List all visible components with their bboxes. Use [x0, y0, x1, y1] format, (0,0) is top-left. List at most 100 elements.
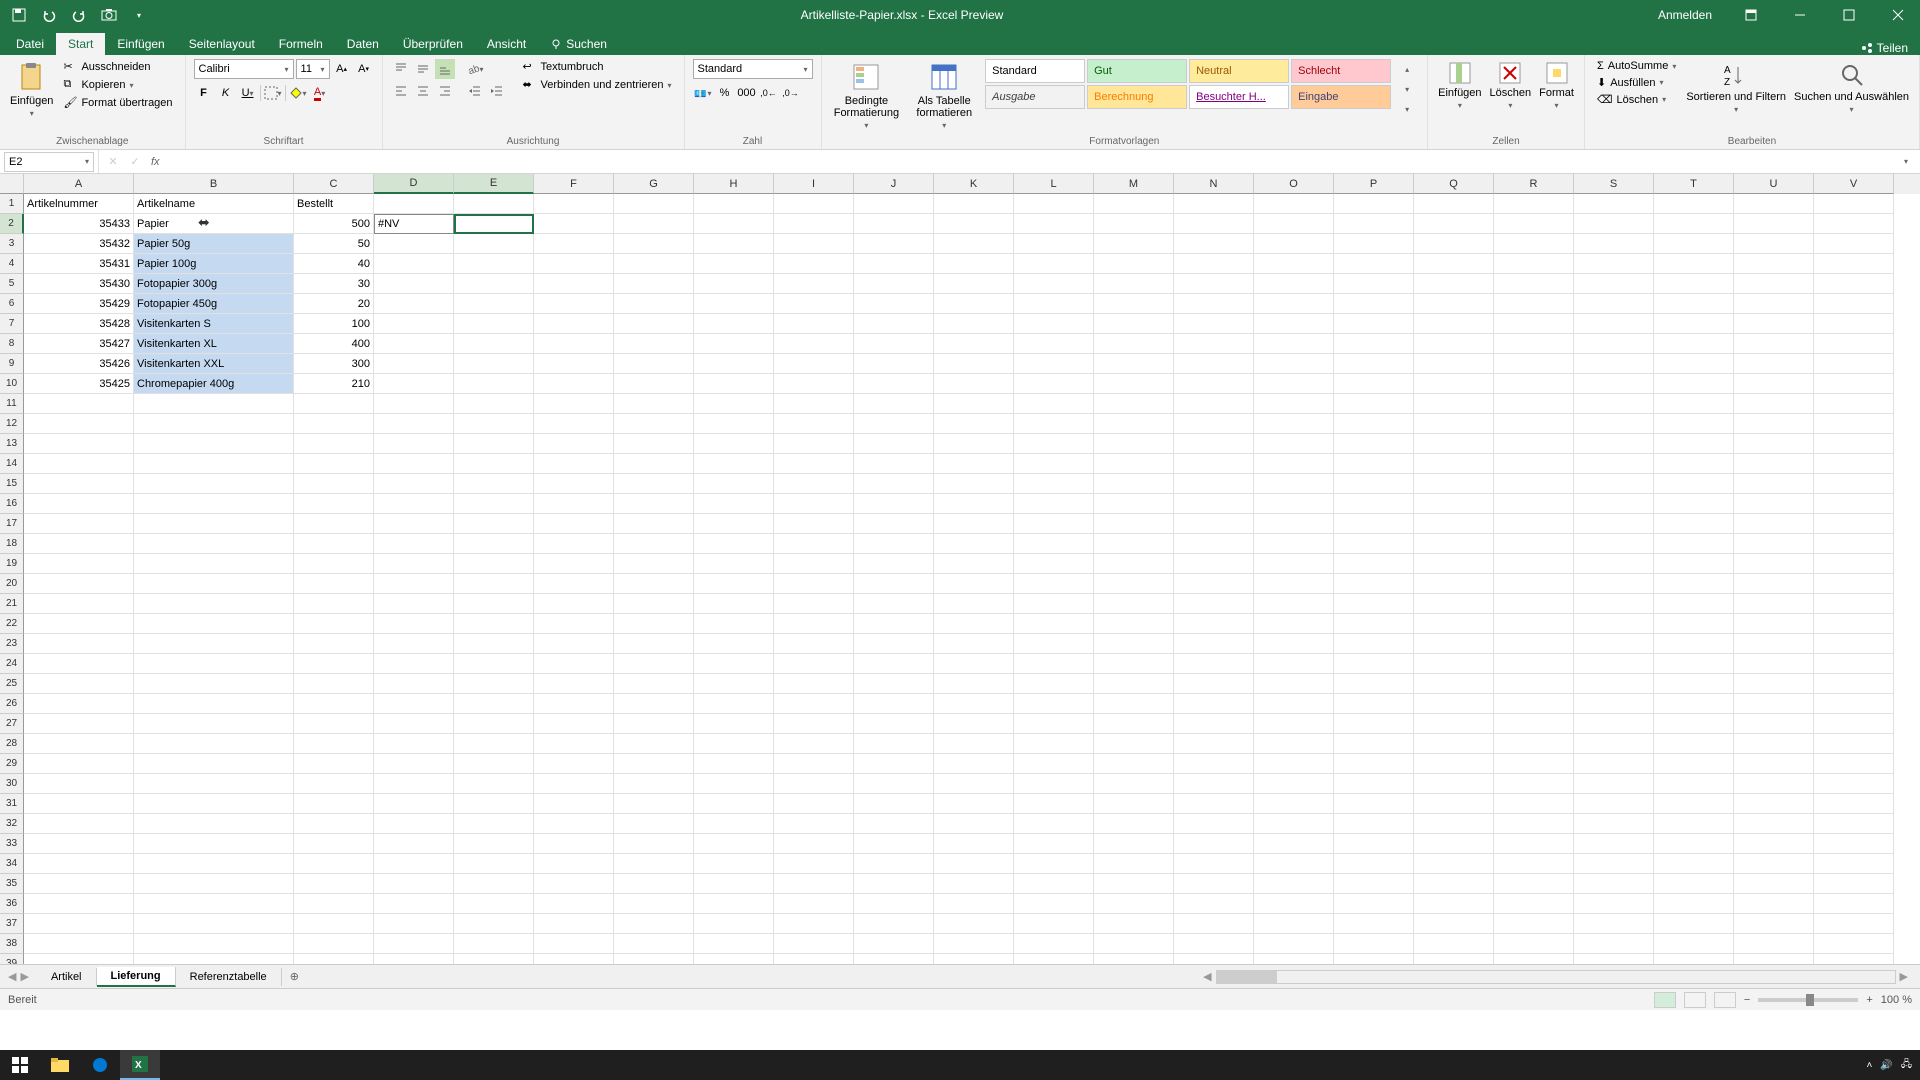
cell-K34[interactable]	[934, 854, 1014, 874]
row-header-8[interactable]: 8	[0, 334, 24, 354]
cell-F2[interactable]	[534, 214, 614, 234]
cell-S28[interactable]	[1574, 734, 1654, 754]
cell-D18[interactable]	[374, 534, 454, 554]
cell-T7[interactable]	[1654, 314, 1734, 334]
cell-O13[interactable]	[1254, 434, 1334, 454]
horizontal-scrollbar[interactable]	[1216, 970, 1896, 984]
cell-C31[interactable]	[294, 794, 374, 814]
cell-F13[interactable]	[534, 434, 614, 454]
cell-F24[interactable]	[534, 654, 614, 674]
format-cells-button[interactable]: Format▾	[1537, 59, 1576, 112]
cell-O16[interactable]	[1254, 494, 1334, 514]
cell-S30[interactable]	[1574, 774, 1654, 794]
cell-B37[interactable]	[134, 914, 294, 934]
cell-S32[interactable]	[1574, 814, 1654, 834]
cell-E28[interactable]	[454, 734, 534, 754]
cell-U7[interactable]	[1734, 314, 1814, 334]
cell-R2[interactable]	[1494, 214, 1574, 234]
cell-style-neutral[interactable]: Neutral	[1189, 59, 1289, 83]
cell-R36[interactable]	[1494, 894, 1574, 914]
cell-N13[interactable]	[1174, 434, 1254, 454]
cell-H12[interactable]	[694, 414, 774, 434]
cell-G2[interactable]	[614, 214, 694, 234]
cell-P35[interactable]	[1334, 874, 1414, 894]
cell-G38[interactable]	[614, 934, 694, 954]
cell-P13[interactable]	[1334, 434, 1414, 454]
cell-I3[interactable]	[774, 234, 854, 254]
cell-K30[interactable]	[934, 774, 1014, 794]
cell-J30[interactable]	[854, 774, 934, 794]
cell-K11[interactable]	[934, 394, 1014, 414]
cell-N19[interactable]	[1174, 554, 1254, 574]
cell-G32[interactable]	[614, 814, 694, 834]
cell-T3[interactable]	[1654, 234, 1734, 254]
cell-R24[interactable]	[1494, 654, 1574, 674]
cell-I13[interactable]	[774, 434, 854, 454]
cell-C34[interactable]	[294, 854, 374, 874]
cell-K12[interactable]	[934, 414, 1014, 434]
cell-U15[interactable]	[1734, 474, 1814, 494]
cell-K15[interactable]	[934, 474, 1014, 494]
cell-U28[interactable]	[1734, 734, 1814, 754]
cell-Q8[interactable]	[1414, 334, 1494, 354]
cell-C10[interactable]: 210	[294, 374, 374, 394]
cell-G39[interactable]	[614, 954, 694, 964]
cell-J27[interactable]	[854, 714, 934, 734]
cell-N21[interactable]	[1174, 594, 1254, 614]
cell-P2[interactable]	[1334, 214, 1414, 234]
cell-C20[interactable]	[294, 574, 374, 594]
cell-V14[interactable]	[1814, 454, 1894, 474]
cell-J38[interactable]	[854, 934, 934, 954]
cell-R29[interactable]	[1494, 754, 1574, 774]
cell-B20[interactable]	[134, 574, 294, 594]
cell-L27[interactable]	[1014, 714, 1094, 734]
row-header-25[interactable]: 25	[0, 674, 24, 694]
cell-V4[interactable]	[1814, 254, 1894, 274]
cell-C12[interactable]	[294, 414, 374, 434]
cell-I10[interactable]	[774, 374, 854, 394]
cell-U12[interactable]	[1734, 414, 1814, 434]
cell-B22[interactable]	[134, 614, 294, 634]
cell-R30[interactable]	[1494, 774, 1574, 794]
increase-decimal-button[interactable]: ,0←	[759, 83, 779, 103]
cell-R11[interactable]	[1494, 394, 1574, 414]
cell-I39[interactable]	[774, 954, 854, 964]
cell-F16[interactable]	[534, 494, 614, 514]
cell-V6[interactable]	[1814, 294, 1894, 314]
cell-M22[interactable]	[1094, 614, 1174, 634]
cell-Q33[interactable]	[1414, 834, 1494, 854]
cell-P17[interactable]	[1334, 514, 1414, 534]
align-middle-button[interactable]	[413, 59, 433, 79]
cell-F15[interactable]	[534, 474, 614, 494]
cell-H26[interactable]	[694, 694, 774, 714]
cell-F26[interactable]	[534, 694, 614, 714]
cell-R18[interactable]	[1494, 534, 1574, 554]
cell-U39[interactable]	[1734, 954, 1814, 964]
cell-P37[interactable]	[1334, 914, 1414, 934]
cell-F23[interactable]	[534, 634, 614, 654]
bold-button[interactable]: F	[194, 83, 214, 103]
cell-S34[interactable]	[1574, 854, 1654, 874]
cell-L37[interactable]	[1014, 914, 1094, 934]
cell-A22[interactable]	[24, 614, 134, 634]
cell-R10[interactable]	[1494, 374, 1574, 394]
qat-customize[interactable]: ▾	[128, 4, 150, 26]
cell-S26[interactable]	[1574, 694, 1654, 714]
cell-M1[interactable]	[1094, 194, 1174, 214]
tray-volume-icon[interactable]: 🔊	[1880, 1060, 1892, 1071]
cell-O8[interactable]	[1254, 334, 1334, 354]
cell-P12[interactable]	[1334, 414, 1414, 434]
cell-D35[interactable]	[374, 874, 454, 894]
cell-E15[interactable]	[454, 474, 534, 494]
row-header-36[interactable]: 36	[0, 894, 24, 914]
cell-C22[interactable]	[294, 614, 374, 634]
cell-S17[interactable]	[1574, 514, 1654, 534]
cell-I16[interactable]	[774, 494, 854, 514]
cell-F38[interactable]	[534, 934, 614, 954]
cell-F19[interactable]	[534, 554, 614, 574]
cell-L34[interactable]	[1014, 854, 1094, 874]
cell-Q20[interactable]	[1414, 574, 1494, 594]
row-header-18[interactable]: 18	[0, 534, 24, 554]
cell-A37[interactable]	[24, 914, 134, 934]
cell-M16[interactable]	[1094, 494, 1174, 514]
